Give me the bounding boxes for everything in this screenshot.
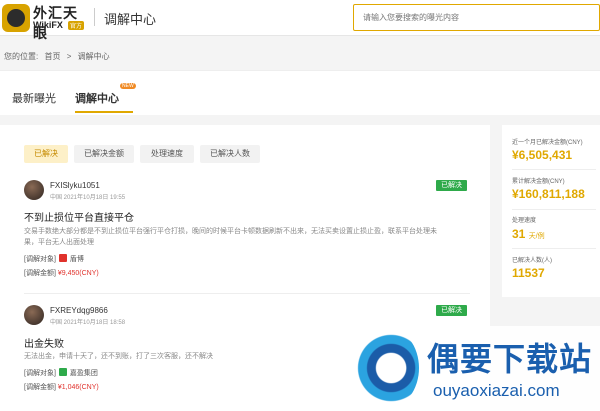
filter-speed[interactable]: 处理速度 xyxy=(140,145,194,163)
filter-resolved-amount[interactable]: 已解决金额 xyxy=(74,145,134,163)
broker-logo-icon xyxy=(58,368,67,376)
target-broker[interactable]: 嘉盈集团 xyxy=(70,370,98,377)
section-tabs: 最新曝光 调解中心 NEW xyxy=(0,70,600,115)
month-amount-label: 近一个月已解决金额(CNY) xyxy=(512,140,583,146)
speed-value-row: 31 天/例 xyxy=(512,227,545,241)
new-badge: NEW xyxy=(120,83,136,89)
complaint-title[interactable]: 出金失败 xyxy=(24,335,64,350)
target-broker[interactable]: 盾博 xyxy=(70,256,84,263)
month-amount-value: ¥6,505,431 xyxy=(512,148,573,162)
complaint-item[interactable]: FXISlyku1051 中国 2021年10月18日 19:55 已解决 不到… xyxy=(24,180,470,295)
people-value: 11537 xyxy=(512,266,545,280)
amount-label: [调解金额] xyxy=(24,270,56,277)
amount-value: ¥1,046(CNY) xyxy=(57,384,99,391)
watermark-domain: ouyaoxiazai.com xyxy=(433,381,560,400)
amount-label: [调解金额] xyxy=(24,384,56,391)
stats-divider xyxy=(512,248,596,249)
broker-logo-icon xyxy=(58,254,67,262)
avatar[interactable] xyxy=(24,305,44,325)
complaint-description: 交易手数绝大部分都是不到止损位平台强行平仓打损，晚间的时候平台卡顿数据刷新不出来… xyxy=(24,228,437,246)
mediation-target-row: [调解对象] 盾博 xyxy=(24,254,84,264)
page-title: 调解中心 xyxy=(104,12,157,27)
wikifx-logo[interactable]: 外汇天眼 WikiFX 官方 xyxy=(2,3,92,41)
user-name[interactable]: FXREYdqg9866 xyxy=(50,306,108,315)
watermark-logo-icon xyxy=(357,328,419,408)
mediation-target-row: [调解对象] 嘉盈集团 xyxy=(24,368,98,378)
stats-divider xyxy=(512,209,596,210)
header-divider xyxy=(94,8,95,26)
stats-panel: 近一个月已解决金额(CNY) ¥6,505,431 累计解决金额(CNY) ¥1… xyxy=(502,125,600,297)
tab-mediation-center[interactable]: 调解中心 xyxy=(75,90,119,106)
post-meta: 中国 2021年10月18日 19:55 xyxy=(50,195,126,201)
target-label: [调解对象] xyxy=(24,256,56,263)
user-name[interactable]: FXISlyku1051 xyxy=(50,181,100,190)
total-amount-label: 累计解决金额(CNY) xyxy=(512,179,565,185)
logo-badge: 官方 xyxy=(68,21,85,30)
amount-value: ¥9,450(CNY) xyxy=(57,270,99,277)
breadcrumb: 您的位置: 首页 > 调解中心 xyxy=(4,51,114,62)
total-amount-value: ¥160,811,188 xyxy=(512,187,585,201)
people-label: 已解决人数(人) xyxy=(512,258,552,264)
search-input[interactable] xyxy=(354,5,599,30)
site-watermark: 偶要下载站 ouyaoxiazai.com xyxy=(355,326,600,411)
avatar[interactable] xyxy=(24,180,44,200)
mediation-amount-row: [调解金额] ¥9,450(CNY) xyxy=(24,268,99,278)
header-bar: 外汇天眼 WikiFX 官方 调解中心 xyxy=(0,0,600,41)
eye-logo-icon xyxy=(2,4,30,32)
complaint-title[interactable]: 不到止损位平台直接平仓 xyxy=(24,209,134,224)
filter-resolved[interactable]: 已解决 xyxy=(24,145,68,163)
logo-english-name: WikiFX xyxy=(33,20,63,30)
filter-resolved-people[interactable]: 已解决人数 xyxy=(200,145,260,163)
status-badge: 已解决 xyxy=(436,305,467,316)
speed-value: 31 xyxy=(512,227,526,241)
breadcrumb-home-link[interactable]: 首页 xyxy=(44,52,60,61)
watermark-chinese: 偶要下载站 xyxy=(427,341,593,377)
mediation-amount-row: [调解金额] ¥1,046(CNY) xyxy=(24,382,99,392)
speed-label: 处理速度 xyxy=(512,218,537,224)
tab-latest-exposure[interactable]: 最新曝光 xyxy=(12,90,56,106)
active-tab-indicator xyxy=(75,111,133,113)
stats-divider xyxy=(512,169,596,170)
speed-unit: 天/例 xyxy=(528,233,545,240)
breadcrumb-current: 调解中心 xyxy=(77,52,110,61)
target-label: [调解对象] xyxy=(24,370,56,377)
search-box[interactable] xyxy=(353,4,600,31)
item-divider xyxy=(24,293,470,294)
breadcrumb-prefix: 您的位置: xyxy=(4,52,39,61)
status-badge: 已解决 xyxy=(436,180,467,191)
breadcrumb-separator: > xyxy=(66,52,72,61)
post-meta: 中国 2021年10月18日 18:58 xyxy=(50,320,126,326)
